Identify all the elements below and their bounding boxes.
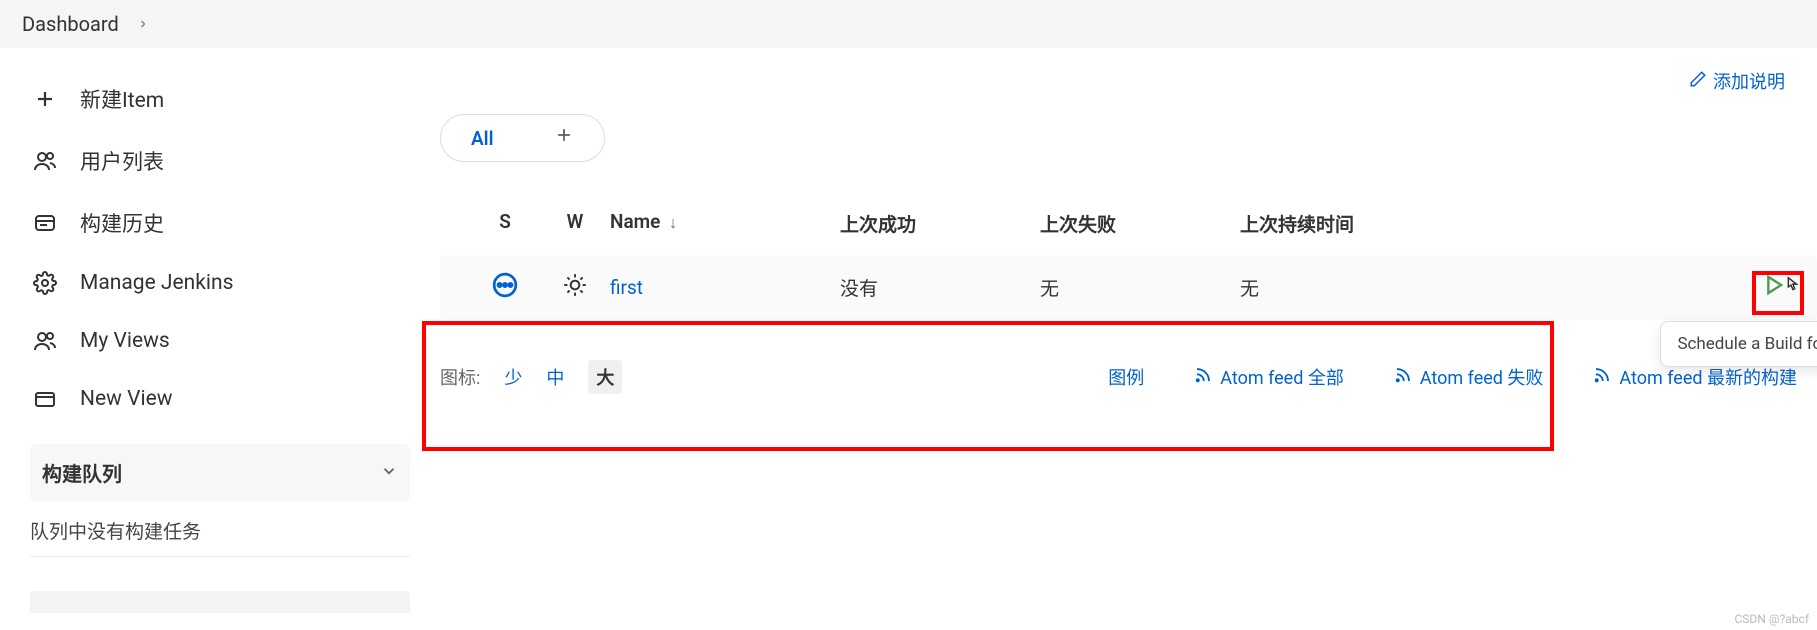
- folder-icon: [32, 386, 58, 412]
- sidebar-item-users[interactable]: 用户列表: [0, 130, 440, 192]
- atom-feed-fail-link[interactable]: Atom feed 失败: [1394, 364, 1544, 390]
- weather-icon: [562, 272, 588, 298]
- schedule-build-button[interactable]: [1759, 271, 1787, 299]
- sidebar-item-myviews[interactable]: My Views: [0, 312, 440, 370]
- build-tooltip: Schedule a Build for: [1660, 321, 1817, 367]
- size-small-button[interactable]: 少: [504, 364, 522, 390]
- plus-icon: [32, 86, 58, 112]
- status-notbuilt-icon: [492, 272, 518, 298]
- build-queue-section: 构建队列 队列中没有构建任务: [10, 444, 430, 613]
- next-section-bar: [30, 591, 410, 613]
- cell-last-fail: 无: [1040, 274, 1240, 301]
- rss-icon: [1394, 366, 1412, 389]
- add-description-label: 添加说明: [1713, 68, 1785, 94]
- sidebar-item-label: Manage Jenkins: [80, 271, 233, 295]
- queue-empty-text: 队列中没有构建任务: [30, 501, 410, 557]
- table-row[interactable]: first 没有 无 无 Sc: [440, 255, 1817, 320]
- size-large-button[interactable]: 大: [588, 360, 622, 394]
- size-medium-button[interactable]: 中: [546, 364, 564, 390]
- col-header-duration[interactable]: 上次持续时间: [1240, 210, 1500, 237]
- sidebar-item-label: 用户列表: [80, 146, 164, 176]
- rss-icon: [1194, 366, 1212, 389]
- sidebar: 新建Item 用户列表 构建历史 Manage Jenkins My Views: [0, 48, 440, 613]
- view-tabs: All: [440, 114, 1817, 162]
- legend-link[interactable]: 图例: [1108, 364, 1144, 390]
- pencil-icon: [1689, 70, 1707, 93]
- tab-all[interactable]: All: [441, 117, 524, 160]
- col-header-success[interactable]: 上次成功: [840, 210, 1040, 237]
- sidebar-item-label: New View: [80, 387, 173, 411]
- breadcrumb-root[interactable]: Dashboard: [22, 12, 119, 36]
- atom-feed-latest-link[interactable]: Atom feed 最新的构建: [1593, 364, 1797, 390]
- tab-add-button[interactable]: [524, 115, 604, 161]
- col-header-fail[interactable]: 上次失败: [1040, 210, 1240, 237]
- cell-last-duration: 无: [1240, 274, 1500, 301]
- sidebar-item-manage[interactable]: Manage Jenkins: [0, 254, 440, 312]
- table-footer: 图标: 少 中 大 图例 Atom feed 全部: [440, 320, 1817, 394]
- sidebar-item-label: 构建历史: [80, 208, 164, 238]
- cell-last-success: 没有: [840, 274, 1040, 301]
- jobs-table: S W Name ↓ 上次成功 上次失败 上次持续时间: [440, 192, 1817, 394]
- main-content: 添加说明 All S W Name ↓ 上次成功 上次失败 上次持续时: [440, 48, 1817, 613]
- breadcrumb: Dashboard: [0, 0, 1817, 48]
- users-icon: [32, 148, 58, 174]
- history-icon: [32, 210, 58, 236]
- build-queue-header[interactable]: 构建队列: [30, 444, 410, 501]
- atom-feed-all-link[interactable]: Atom feed 全部: [1194, 364, 1344, 390]
- col-header-w[interactable]: W: [540, 210, 610, 237]
- gear-icon: [32, 270, 58, 296]
- queue-title: 构建队列: [42, 458, 122, 487]
- col-header-name[interactable]: Name ↓: [610, 210, 840, 237]
- users-icon: [32, 328, 58, 354]
- sidebar-item-new[interactable]: 新建Item: [0, 68, 440, 130]
- sidebar-item-label: 新建Item: [80, 84, 164, 114]
- job-name-link[interactable]: first: [610, 276, 643, 299]
- sidebar-item-newview[interactable]: New View: [0, 370, 440, 428]
- add-description-link[interactable]: 添加说明: [1689, 68, 1785, 94]
- sort-down-icon: ↓: [669, 213, 677, 232]
- table-header: S W Name ↓ 上次成功 上次失败 上次持续时间: [440, 192, 1817, 255]
- rss-icon: [1593, 366, 1611, 389]
- col-header-s[interactable]: S: [470, 210, 540, 237]
- icon-size-label: 图标:: [440, 364, 480, 390]
- sidebar-item-history[interactable]: 构建历史: [0, 192, 440, 254]
- chevron-down-icon: [380, 461, 398, 485]
- sidebar-item-label: My Views: [80, 329, 170, 353]
- chevron-right-icon: [137, 15, 149, 34]
- watermark: CSDN @?abcf: [1734, 612, 1809, 626]
